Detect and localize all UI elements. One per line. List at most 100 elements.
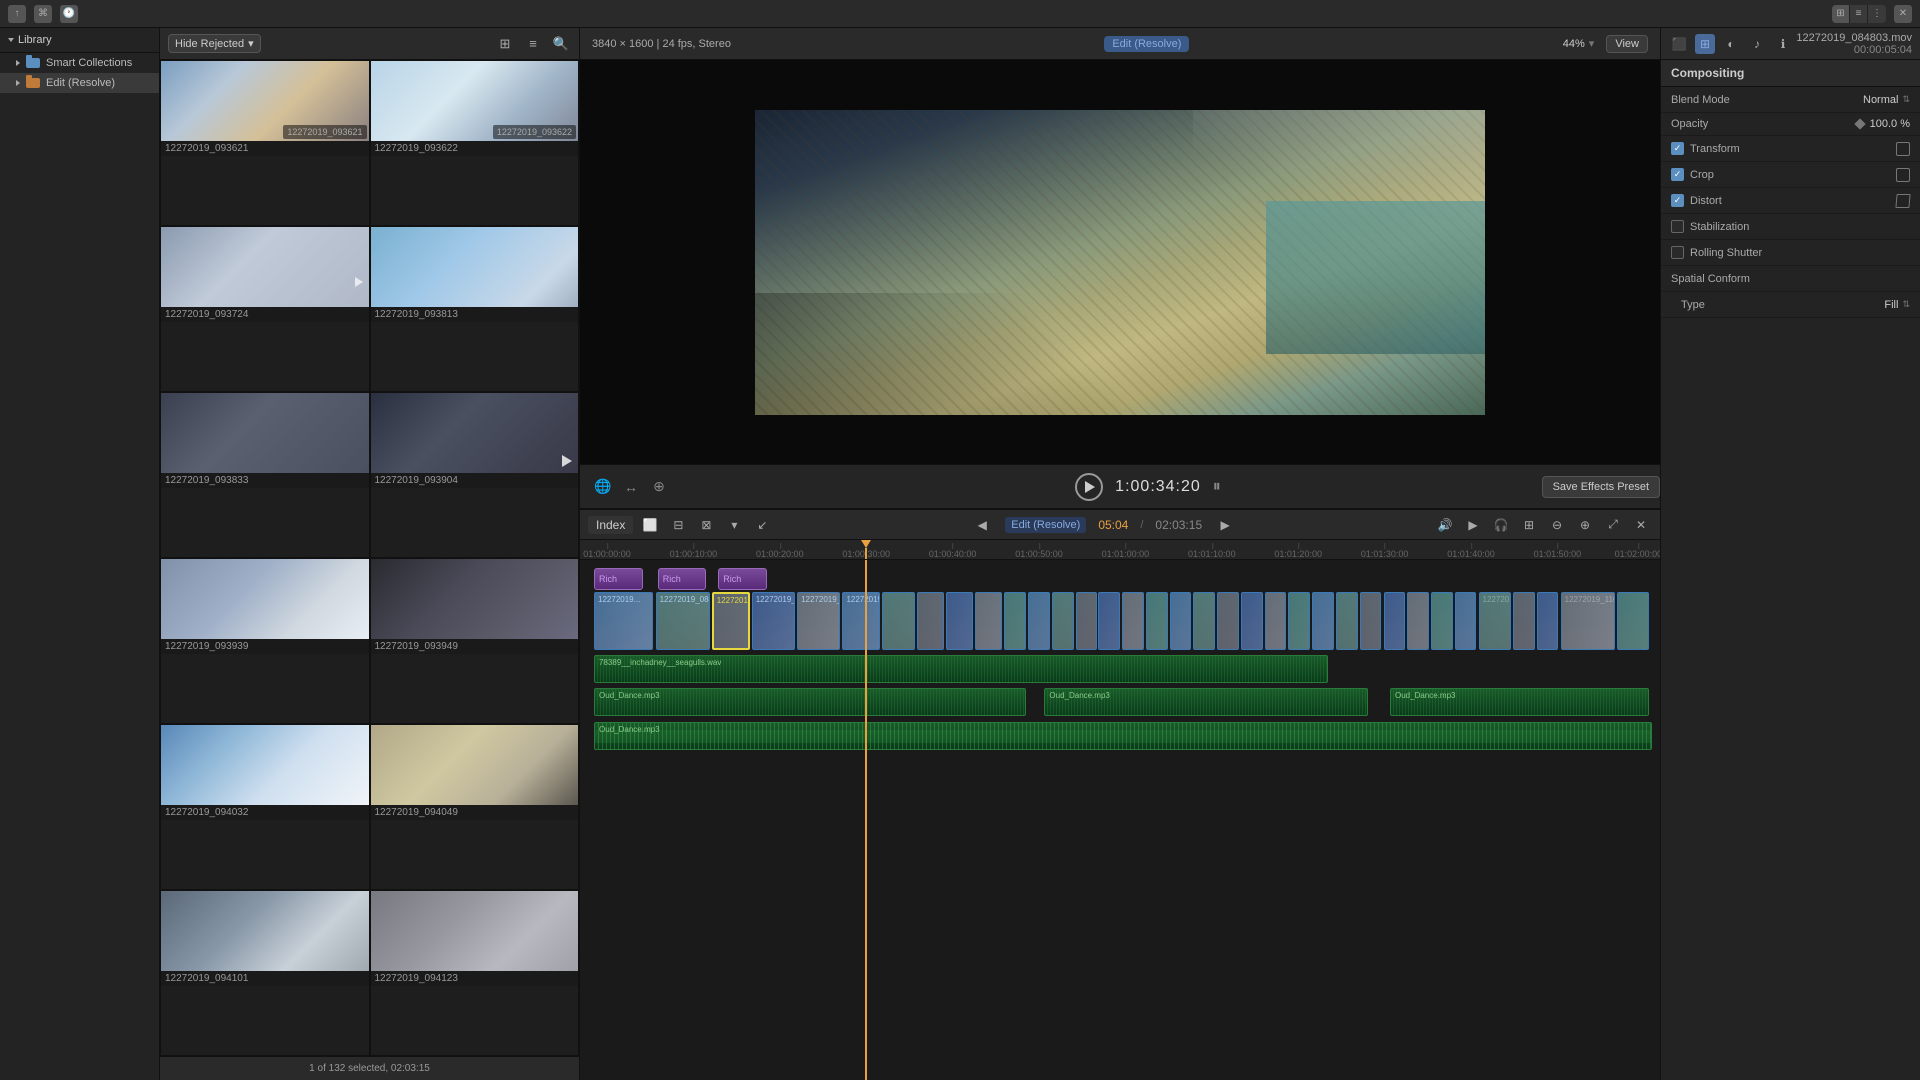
video-clip[interactable] bbox=[1028, 592, 1050, 650]
stabilize-icon[interactable]: ⊕ bbox=[648, 476, 670, 498]
audio-clip[interactable]: Oud_Dance.mp3 bbox=[594, 688, 1026, 716]
tl-plus-icon[interactable]: ⊕ bbox=[1574, 514, 1596, 536]
list-item[interactable]: 12272019_094049 bbox=[370, 724, 580, 890]
tl-close-icon[interactable]: ✕ bbox=[1630, 514, 1652, 536]
video-clip[interactable] bbox=[1146, 592, 1168, 650]
grid-icon[interactable]: ⊞ bbox=[495, 34, 515, 54]
transform-icon[interactable]: ↔ bbox=[620, 476, 642, 498]
tl-prev-icon[interactable]: ◀ bbox=[971, 514, 993, 536]
video-clip[interactable]: 12272019_084737.mov bbox=[656, 592, 710, 650]
video-clip[interactable] bbox=[1431, 592, 1453, 650]
transform-icon[interactable]: ⊞ bbox=[1695, 34, 1715, 54]
video-clip[interactable] bbox=[1288, 592, 1310, 650]
list-item[interactable]: 12272019_093833 bbox=[160, 392, 370, 558]
video-clip[interactable] bbox=[1122, 592, 1144, 650]
link-icon[interactable]: ⌘ bbox=[34, 5, 52, 23]
opacity-value[interactable]: 100.0 % bbox=[1870, 118, 1910, 130]
grid-view-icon[interactable]: ⊞ bbox=[1832, 5, 1850, 23]
list-item[interactable]: 12272019_093724 bbox=[160, 226, 370, 392]
index-label[interactable]: Index bbox=[588, 516, 633, 534]
distort-checkbox[interactable] bbox=[1671, 194, 1684, 207]
tl-audio-icon[interactable]: 🔊 bbox=[1434, 514, 1456, 536]
crop-checkbox[interactable] bbox=[1671, 168, 1684, 181]
video-clip[interactable] bbox=[1617, 592, 1649, 650]
video-clip[interactable]: 12272019_08... bbox=[752, 592, 795, 650]
video-clip[interactable]: 12272019... bbox=[594, 592, 653, 650]
back-icon[interactable]: ↑ bbox=[8, 5, 26, 23]
tl-arrow-icon[interactable]: ↙ bbox=[751, 514, 773, 536]
tl-crossfade-icon[interactable]: ⊞ bbox=[1518, 514, 1540, 536]
list-icon[interactable]: ≡ bbox=[523, 34, 543, 54]
video-clip[interactable] bbox=[1170, 592, 1192, 650]
tl-next-icon[interactable]: ▶ bbox=[1214, 514, 1236, 536]
list-item[interactable]: 12272019_093904 bbox=[370, 392, 580, 558]
list-item[interactable]: 12272019_093621 12272019_093621 bbox=[160, 60, 370, 226]
video-clip[interactable]: 12272019_1... bbox=[1479, 592, 1511, 650]
video-clip[interactable] bbox=[882, 592, 914, 650]
info-icon[interactable]: ℹ bbox=[1773, 34, 1793, 54]
save-effects-preset-button[interactable]: Save Effects Preset bbox=[1542, 476, 1660, 498]
sidebar-item-edit-resolve[interactable]: Edit (Resolve) bbox=[0, 73, 159, 93]
globe-icon[interactable]: 🌐 bbox=[592, 476, 614, 498]
video-clip[interactable] bbox=[1407, 592, 1429, 650]
tl-minus-icon[interactable]: ⊖ bbox=[1546, 514, 1568, 536]
list-item[interactable]: 12272019_093939 bbox=[160, 558, 370, 724]
video-clip[interactable] bbox=[1513, 592, 1535, 650]
video-clip[interactable]: 12272019_110158.mov bbox=[1561, 592, 1615, 650]
tl-blade-icon[interactable]: ⊟ bbox=[667, 514, 689, 536]
search-icon[interactable]: 🔍 bbox=[551, 34, 571, 54]
library-header[interactable]: Library bbox=[0, 28, 159, 53]
video-clip[interactable] bbox=[1384, 592, 1406, 650]
transform-expand-icon[interactable] bbox=[1896, 142, 1910, 156]
list-item[interactable]: 12272019_094032 bbox=[160, 724, 370, 890]
view-button[interactable]: View bbox=[1606, 35, 1648, 53]
audio-clip[interactable]: 78389__inchadney__seagulls.wav bbox=[594, 655, 1328, 683]
audio-icon[interactable]: ♪ bbox=[1747, 34, 1767, 54]
tl-more-icon[interactable]: ▾ bbox=[723, 514, 745, 536]
video-clip[interactable] bbox=[1455, 592, 1477, 650]
clip-rich-2[interactable]: Rich bbox=[658, 568, 707, 590]
list-item[interactable]: 12272019_094101 bbox=[160, 890, 370, 1056]
video-clip[interactable] bbox=[1241, 592, 1263, 650]
clip-rich-1[interactable]: Rich bbox=[594, 568, 643, 590]
video-clip[interactable] bbox=[1217, 592, 1239, 650]
video-clip[interactable] bbox=[1336, 592, 1358, 650]
list-item[interactable]: 12272019_093622 12272019_093622 bbox=[370, 60, 580, 226]
zoom-dropdown[interactable]: ▾ bbox=[1589, 37, 1595, 50]
video-clip[interactable]: 12272019_08... bbox=[797, 592, 840, 650]
video-clip[interactable] bbox=[1537, 592, 1559, 650]
video-clip[interactable] bbox=[1193, 592, 1215, 650]
blend-mode-value[interactable]: Normal ⇅ bbox=[1863, 94, 1910, 106]
sidebar-item-smart-collections[interactable]: Smart Collections bbox=[0, 53, 159, 73]
video-icon[interactable]: ⬛ bbox=[1669, 34, 1689, 54]
video-clip[interactable] bbox=[1312, 592, 1334, 650]
tl-expand-icon[interactable]: ⤢ bbox=[1602, 514, 1624, 536]
video-clip-selected[interactable]: 12272019_0... bbox=[712, 592, 750, 650]
video-clip[interactable] bbox=[1004, 592, 1026, 650]
video-clip[interactable] bbox=[917, 592, 944, 650]
tl-clip-icon[interactable]: ⬜ bbox=[639, 514, 661, 536]
opacity-keyframe-diamond[interactable] bbox=[1854, 118, 1865, 129]
video-clip[interactable]: 12272019... bbox=[842, 592, 880, 650]
video-clip[interactable] bbox=[1265, 592, 1287, 650]
crop-expand-icon[interactable] bbox=[1896, 168, 1910, 182]
audio-clip[interactable]: Oud_Dance.mp3 bbox=[1044, 688, 1368, 716]
video-clip[interactable] bbox=[1052, 592, 1074, 650]
tl-trim-icon[interactable]: ⊠ bbox=[695, 514, 717, 536]
video-clip[interactable] bbox=[1076, 592, 1098, 650]
list-item[interactable]: 12272019_093813 bbox=[370, 226, 580, 392]
video-clip[interactable] bbox=[975, 592, 1002, 650]
video-clip[interactable] bbox=[946, 592, 973, 650]
hide-rejected-button[interactable]: Hide Rejected ▾ bbox=[168, 34, 261, 53]
distort-expand-icon[interactable] bbox=[1895, 194, 1910, 208]
spatial-type-value[interactable]: Fill ⇅ bbox=[1884, 299, 1910, 311]
color-icon[interactable]: ◐ bbox=[1721, 34, 1741, 54]
list-item[interactable]: 12272019_093949 bbox=[370, 558, 580, 724]
filmstrip-view-icon[interactable]: ⋮ bbox=[1868, 5, 1886, 23]
audio-clip-long[interactable]: Oud_Dance.mp3 bbox=[594, 722, 1652, 750]
clock-icon[interactable]: 🕐 bbox=[60, 5, 78, 23]
list-item[interactable]: 12272019_094123 bbox=[370, 890, 580, 1056]
tl-headphones-icon[interactable]: 🎧 bbox=[1490, 514, 1512, 536]
video-clip[interactable] bbox=[1098, 592, 1120, 650]
rolling-shutter-checkbox[interactable] bbox=[1671, 246, 1684, 259]
